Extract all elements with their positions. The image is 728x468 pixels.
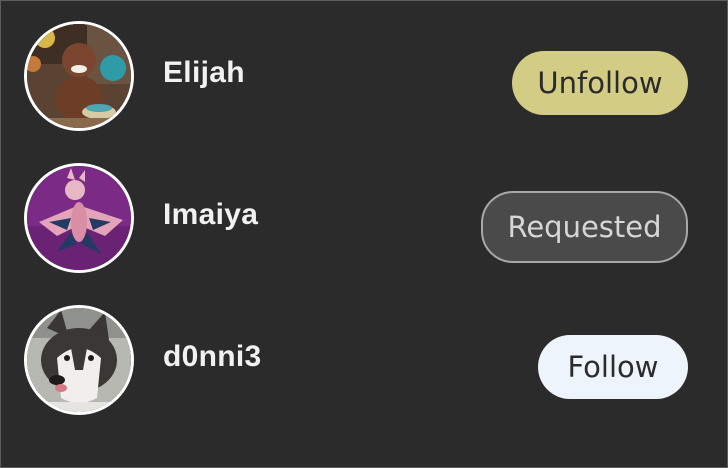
follow-button[interactable]: Follow [538, 335, 688, 399]
baby-photo-avatar-icon [27, 24, 131, 128]
unfollow-button[interactable]: Unfollow [512, 51, 688, 115]
username: d0nni3 [163, 340, 262, 373]
avatar[interactable] [24, 21, 134, 131]
baby-costume-avatar-icon [27, 166, 131, 270]
username: Imaiya [163, 198, 259, 231]
avatar[interactable] [24, 305, 134, 415]
user-list-panel: Elijah Unfollow Imaiya Requested d0nni3 … [0, 0, 728, 468]
user-row: d0nni3 Follow [1, 305, 728, 415]
avatar[interactable] [24, 163, 134, 273]
requested-button[interactable]: Requested [481, 191, 688, 263]
username: Elijah [163, 56, 245, 89]
user-row: Elijah Unfollow [1, 21, 728, 131]
user-row: Imaiya Requested [1, 163, 728, 273]
husky-dog-avatar-icon [27, 308, 131, 412]
